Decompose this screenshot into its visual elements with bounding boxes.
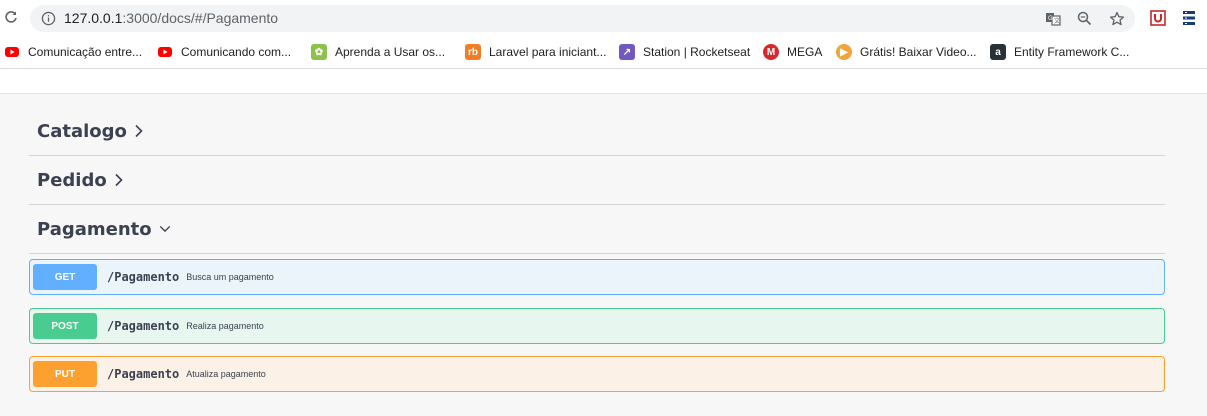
leaf-icon: ✿ — [311, 44, 327, 60]
operation-path: /Pagamento — [107, 367, 180, 381]
svg-text:G: G — [1048, 15, 1053, 22]
operation-path: /Pagamento — [107, 319, 180, 333]
section-title: Catalogo — [37, 120, 127, 142]
bookmark-item[interactable]: a Entity Framework C... — [990, 43, 1129, 61]
bookmark-item[interactable]: rb Laravel para iniciant... — [465, 43, 606, 61]
operation-post-pagamento[interactable]: POST /Pagamento Realiza pagamento — [29, 308, 1165, 344]
method-badge: GET — [33, 264, 97, 290]
bookmark-label: Station | Rocketseat — [643, 45, 751, 59]
translate-icon[interactable]: G文 — [1044, 10, 1061, 27]
bookmark-label: Aprenda a Usar os... — [335, 45, 446, 59]
chevron-right-icon — [134, 124, 146, 138]
section-pagamento[interactable]: Pagamento — [29, 205, 1165, 254]
bookmark-item[interactable]: Comunicação entre... — [4, 43, 142, 61]
bookmark-label: Comunicando com... — [181, 45, 292, 59]
browser-toolbar: 127.0.0.1:3000/docs/#/Pagamento G文 — [0, 0, 1207, 36]
star-icon[interactable] — [1108, 10, 1125, 27]
rb-icon: rb — [465, 44, 481, 60]
bookmark-item[interactable]: M MEGA — [763, 43, 822, 61]
operation-summary: Busca um pagamento — [186, 272, 274, 282]
operation-summary: Realiza pagamento — [186, 321, 264, 331]
section-pedido[interactable]: Pedido — [29, 156, 1165, 205]
method-badge: POST — [33, 313, 97, 339]
swagger-content: Catalogo Pedido Pagamento GET /Pagamento… — [0, 94, 1207, 416]
youtube-icon — [4, 44, 20, 60]
operation-path: /Pagamento — [107, 270, 180, 284]
chevron-right-icon — [114, 173, 126, 187]
bookmark-label: Grátis! Baixar Video... — [860, 45, 977, 59]
bookmarks-bar: Comunicação entre... Comunicando com... … — [0, 36, 1207, 69]
rocketseat-icon: ↗ — [619, 44, 635, 60]
zoom-icon[interactable] — [1076, 10, 1093, 27]
bookmark-item[interactable]: Comunicando com... — [157, 43, 291, 61]
method-badge: PUT — [33, 361, 97, 387]
section-title: Pagamento — [37, 218, 152, 240]
section-catalogo[interactable]: Catalogo — [29, 107, 1165, 156]
extension-menu-icon[interactable] — [1180, 9, 1198, 27]
bookmark-label: Comunicação entre... — [28, 45, 143, 59]
address-bar[interactable]: 127.0.0.1:3000/docs/#/Pagamento G文 — [30, 5, 1135, 32]
operation-put-pagamento[interactable]: PUT /Pagamento Atualiza pagamento — [29, 356, 1165, 392]
bookmark-item[interactable]: ▶ Grátis! Baixar Video... — [836, 43, 977, 61]
operation-get-pagamento[interactable]: GET /Pagamento Busca um pagamento — [29, 259, 1165, 295]
bookmark-item[interactable]: ↗ Station | Rocketseat — [619, 43, 750, 61]
mega-icon: M — [763, 44, 779, 60]
bookmark-label: Laravel para iniciant... — [489, 45, 607, 59]
info-icon[interactable] — [41, 11, 56, 26]
chevron-down-icon — [159, 222, 171, 236]
url-text[interactable]: 127.0.0.1:3000/docs/#/Pagamento — [64, 11, 278, 26]
youtube-icon — [157, 44, 173, 60]
bookmark-label: Entity Framework C... — [1014, 45, 1130, 59]
section-title: Pedido — [37, 169, 107, 191]
extension-shield-icon[interactable] — [1149, 9, 1167, 27]
svg-text:文: 文 — [1054, 17, 1060, 25]
bookmark-item[interactable]: ✿ Aprenda a Usar os... — [311, 43, 445, 61]
bookmark-label: MEGA — [787, 45, 823, 59]
reload-icon[interactable] — [3, 9, 19, 25]
page-top-bar — [0, 69, 1207, 94]
a-icon: a — [990, 44, 1006, 60]
operation-summary: Atualiza pagamento — [186, 369, 266, 379]
video-download-icon: ▶ — [836, 44, 852, 60]
